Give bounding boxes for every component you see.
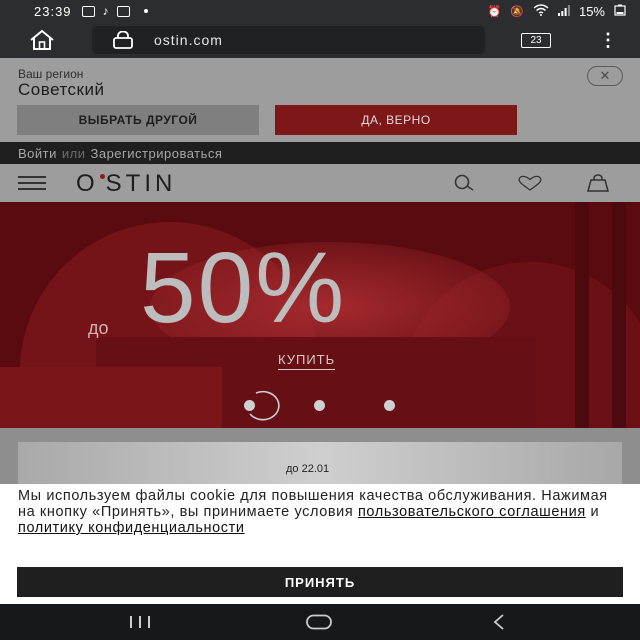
address-bar[interactable]: ostin.com [92, 26, 485, 54]
mute-icon: 🔕 [510, 5, 524, 18]
close-icon[interactable]: ✕ [587, 66, 623, 86]
status-bar: 23:39 ♪ ⏰ 🔕 15% [0, 0, 640, 22]
login-link[interactable]: Войти [18, 146, 57, 161]
auth-bar: Войти или Зарегистрироваться [0, 142, 640, 164]
banner-shape [612, 202, 626, 428]
browser-home-button[interactable] [22, 24, 62, 56]
privacy-policy-link[interactable]: политику конфиденциальности [18, 520, 245, 536]
recents-icon[interactable] [120, 612, 160, 632]
more-notifications-icon [143, 9, 148, 13]
auth-or-text: или [61, 145, 86, 161]
promo-date: до 22.01 [286, 463, 330, 475]
system-nav-bar [0, 604, 640, 640]
region-title: Ваш регион [18, 67, 84, 81]
mail-icon [116, 5, 130, 17]
home-icon [30, 29, 54, 50]
banner-shape [575, 202, 589, 428]
browser-menu-button[interactable]: ⋮ [599, 31, 617, 49]
promo-prefix: до [88, 318, 109, 338]
lock-icon [112, 31, 134, 49]
promo-discount: 50% [140, 232, 347, 344]
signal-icon [557, 4, 570, 19]
logo-left: O [76, 170, 99, 197]
site-logo[interactable]: O STIN [76, 170, 176, 198]
status-right: ⏰ 🔕 15% [488, 4, 626, 19]
accept-cookies-button[interactable]: ПРИНЯТЬ [17, 567, 623, 597]
carousel-dot[interactable] [244, 400, 255, 411]
logo-right: STIN [105, 170, 177, 197]
url-text: ostin.com [154, 32, 223, 48]
phone-screen: 23:39 ♪ ⏰ 🔕 15% ostin.com 23 ⋮ Ваш регио… [0, 0, 640, 640]
tiktok-icon: ♪ [102, 4, 109, 18]
menu-icon[interactable] [18, 176, 46, 190]
home-icon[interactable] [299, 612, 339, 632]
choose-other-region-button[interactable]: ВЫБРАТЬ ДРУГОЙ [17, 105, 259, 135]
back-icon[interactable] [479, 612, 519, 632]
buy-link[interactable]: КУПИТЬ [278, 352, 336, 370]
product-strip: до 22.01 [0, 428, 640, 502]
cookie-notice: Мы используем файлы cookie для повышения… [0, 484, 640, 604]
user-agreement-link[interactable]: пользовательского соглашения [358, 504, 586, 520]
battery-icon [614, 4, 626, 19]
logo-dot [99, 174, 105, 179]
search-icon[interactable] [450, 172, 478, 194]
promo-banner[interactable]: до 50% КУПИТЬ [0, 202, 640, 428]
cookie-text: Мы используем файлы cookie для повышения… [18, 488, 618, 536]
carousel-dot[interactable] [314, 400, 325, 411]
tab-switcher-button[interactable]: 23 [521, 32, 551, 48]
battery-level: 15% [578, 3, 605, 19]
region-prompt: Ваш регион Советский ✕ ВЫБРАТЬ ДРУГОЙ ДА… [0, 58, 640, 142]
carousel-dot[interactable] [384, 400, 395, 411]
alarm-icon: ⏰ [487, 5, 502, 18]
status-time: 23:39 [34, 3, 72, 19]
site-header: O STIN [0, 164, 640, 202]
banner-shape [0, 367, 222, 428]
confirm-region-button[interactable]: ДА, ВЕРНО [275, 105, 517, 135]
wifi-icon [533, 3, 549, 19]
gallery-icon [81, 5, 95, 17]
register-link[interactable]: Зарегистрироваться [91, 146, 223, 161]
browser-toolbar: ostin.com 23 ⋮ [0, 22, 640, 58]
heart-icon[interactable] [516, 172, 544, 194]
web-page: Ваш регион Советский ✕ ВЫБРАТЬ ДРУГОЙ ДА… [0, 58, 640, 604]
bag-icon[interactable] [584, 172, 612, 194]
region-city: Советский [18, 80, 105, 99]
cookie-and: и [590, 504, 600, 520]
